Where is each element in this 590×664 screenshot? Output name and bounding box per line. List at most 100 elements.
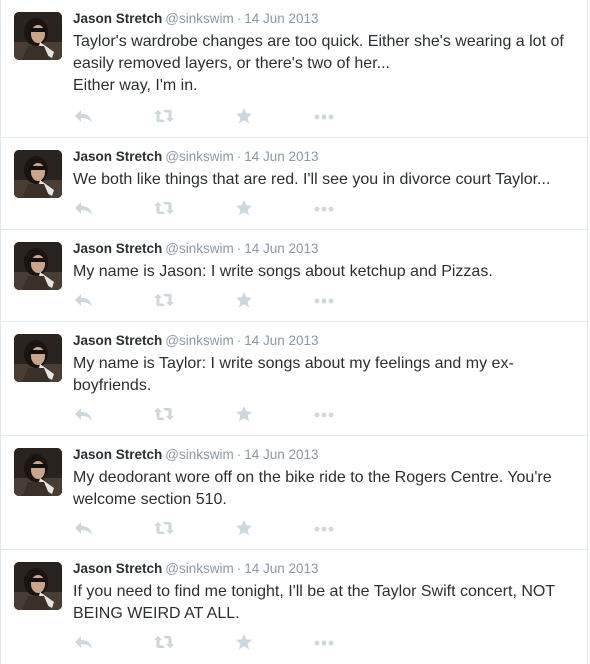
tweet-text-line: BEING WEIRD AT ALL.: [73, 605, 240, 622]
author-fullname[interactable]: Jason Stretch: [73, 447, 162, 462]
reply-button[interactable]: [73, 198, 95, 218]
reply-icon: [75, 294, 92, 307]
reply-icon: [75, 408, 92, 421]
tweet-text: My deodorant wore off on the bike ride t…: [73, 467, 573, 511]
tweet-text-line: If you need to find me tonight, I'll be …: [73, 583, 556, 600]
retweet-icon: [154, 202, 174, 214]
star-icon: [236, 406, 252, 422]
reply-icon: [75, 636, 92, 649]
tweet-text-line: Taylor's wardrobe changes are too quick.…: [73, 33, 564, 50]
avatar[interactable]: [14, 242, 62, 290]
reply-icon: [75, 110, 92, 123]
favorite-button[interactable]: [233, 290, 255, 310]
retweet-button[interactable]: [153, 106, 175, 126]
tweet[interactable]: Jason Stretch @sinkswim · 14 Jun 2013 My de…: [1, 436, 589, 550]
avatar[interactable]: [14, 448, 62, 496]
tweet-text-line: easily removed layers, or there's two of…: [73, 55, 390, 72]
tweet-actions: [73, 198, 373, 218]
author-username[interactable]: @sinkswim: [165, 447, 233, 462]
tweet-text-line: welcome section 510.: [73, 491, 227, 508]
more-button[interactable]: [313, 518, 335, 538]
tweet-timestamp[interactable]: 14 Jun 2013: [244, 561, 318, 576]
tweet-text: If you need to find me tonight, I'll be …: [73, 581, 573, 625]
tweet[interactable]: Jason Stretch @sinkswim · 14 Jun 2013 If yo…: [1, 550, 589, 664]
author-username[interactable]: @sinkswim: [165, 241, 233, 256]
avatar[interactable]: [14, 150, 62, 198]
reply-button[interactable]: [73, 404, 95, 424]
retweet-button[interactable]: [153, 404, 175, 424]
favorite-button[interactable]: [233, 198, 255, 218]
star-icon: [236, 520, 252, 536]
author-username[interactable]: @sinkswim: [165, 11, 233, 26]
tweet-header: Jason Stretch @sinkswim · 14 Jun 2013: [73, 333, 319, 349]
tweet-actions: [73, 106, 373, 126]
tweet-timestamp[interactable]: 14 Jun 2013: [244, 11, 318, 26]
tweet-text-line: My deodorant wore off on the bike ride t…: [73, 469, 552, 486]
tweet-text-line: My name is Jason: I write songs about ke…: [73, 263, 493, 280]
retweet-icon: [154, 110, 174, 122]
tweet-actions: [73, 404, 373, 424]
more-button[interactable]: [313, 632, 335, 652]
tweet-actions: [73, 632, 373, 652]
reply-button[interactable]: [73, 290, 95, 310]
tweet-timestamp[interactable]: 14 Jun 2013: [244, 149, 318, 164]
more-button[interactable]: [313, 106, 335, 126]
retweet-button[interactable]: [153, 518, 175, 538]
reply-button[interactable]: [73, 106, 95, 126]
avatar[interactable]: [14, 562, 62, 610]
author-username[interactable]: @sinkswim: [165, 149, 233, 164]
favorite-button[interactable]: [233, 518, 255, 538]
more-icon: [314, 526, 334, 532]
author-username[interactable]: @sinkswim: [165, 561, 233, 576]
more-button[interactable]: [313, 198, 335, 218]
retweet-button[interactable]: [153, 198, 175, 218]
tweet-header: Jason Stretch @sinkswim · 14 Jun 2013: [73, 447, 319, 463]
author-fullname[interactable]: Jason Stretch: [73, 241, 162, 256]
reply-icon: [75, 522, 92, 535]
reply-button[interactable]: [73, 632, 95, 652]
favorite-button[interactable]: [233, 632, 255, 652]
header-separator: ·: [236, 241, 242, 256]
header-separator: ·: [236, 447, 242, 462]
header-separator: ·: [236, 333, 242, 348]
retweet-icon: [154, 408, 174, 420]
tweet-text-line: Either way, I'm in.: [73, 77, 198, 94]
tweet-text: Taylor's wardrobe changes are too quick.…: [73, 31, 573, 97]
tweet-timestamp[interactable]: 14 Jun 2013: [244, 447, 318, 462]
tweet-header: Jason Stretch @sinkswim · 14 Jun 2013: [73, 149, 319, 165]
retweet-icon: [154, 522, 174, 534]
retweet-button[interactable]: [153, 632, 175, 652]
author-fullname[interactable]: Jason Stretch: [73, 149, 162, 164]
author-fullname[interactable]: Jason Stretch: [73, 333, 162, 348]
author-fullname[interactable]: Jason Stretch: [73, 561, 162, 576]
more-icon: [314, 640, 334, 646]
star-icon: [236, 108, 252, 124]
tweet-text-line: boyfriends.: [73, 377, 152, 394]
tweet-text: My name is Jason: I write songs about ke…: [73, 261, 573, 283]
tweet[interactable]: Jason Stretch @sinkswim · 14 Jun 2013 Taylo…: [1, 0, 589, 138]
tweet-text: We both like things that are red. I'll s…: [73, 169, 573, 191]
author-username[interactable]: @sinkswim: [165, 333, 233, 348]
more-button[interactable]: [313, 404, 335, 424]
retweet-button[interactable]: [153, 290, 175, 310]
tweet-timestamp[interactable]: 14 Jun 2013: [244, 241, 318, 256]
more-button[interactable]: [313, 290, 335, 310]
tweet[interactable]: Jason Stretch @sinkswim · 14 Jun 2013 My na…: [1, 230, 589, 322]
tweet-actions: [73, 518, 373, 538]
tweet[interactable]: Jason Stretch @sinkswim · 14 Jun 2013 We bo…: [1, 138, 589, 230]
favorite-button[interactable]: [233, 106, 255, 126]
header-separator: ·: [236, 149, 242, 164]
avatar[interactable]: [14, 12, 62, 60]
author-fullname[interactable]: Jason Stretch: [73, 11, 162, 26]
star-icon: [236, 200, 252, 216]
tweet-header: Jason Stretch @sinkswim · 14 Jun 2013: [73, 561, 319, 577]
avatar[interactable]: [14, 334, 62, 382]
reply-button[interactable]: [73, 518, 95, 538]
favorite-button[interactable]: [233, 404, 255, 424]
tweet-timestamp[interactable]: 14 Jun 2013: [244, 333, 318, 348]
star-icon: [236, 292, 252, 308]
more-icon: [314, 114, 334, 120]
tweet[interactable]: Jason Stretch @sinkswim · 14 Jun 2013 My na…: [1, 322, 589, 436]
tweet-header: Jason Stretch @sinkswim · 14 Jun 2013: [73, 11, 319, 27]
header-separator: ·: [236, 11, 242, 26]
